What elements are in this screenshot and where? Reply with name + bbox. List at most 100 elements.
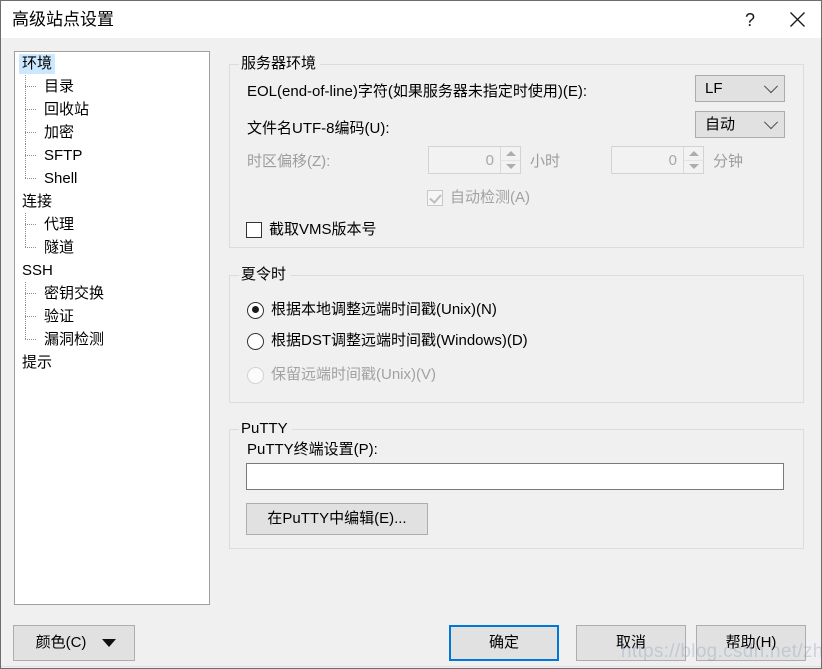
radio-label: 根据DST调整远端时间戳(Windows)(D)	[271, 332, 528, 349]
tree-connector-icon	[19, 328, 41, 351]
tree-item-label: 隧道	[44, 238, 75, 256]
tree-item-shell[interactable]: Shell	[15, 167, 209, 190]
tree-item-note[interactable]: 提示	[15, 351, 209, 374]
tree-item-label: 代理	[44, 215, 75, 233]
tree-item-tunnel[interactable]: 隧道	[15, 236, 209, 259]
tree-item-label: 验证	[44, 307, 75, 325]
tree-item-label: 回收站	[44, 100, 90, 118]
title-bar: 高级站点设置 ?	[1, 1, 821, 38]
window-title: 高级站点设置	[12, 10, 114, 29]
radio-label: 根据本地调整远端时间戳(Unix)(N)	[271, 301, 497, 318]
utf8-value: 自动	[705, 115, 736, 133]
footer-divider	[1, 666, 821, 667]
tree-item-label: Shell	[44, 169, 78, 187]
tree-item-environment[interactable]: 环境	[15, 52, 209, 75]
tree-item-label: 加密	[44, 123, 75, 141]
tree-item-bug-detection[interactable]: 漏洞检测	[15, 328, 209, 351]
color-dropdown-button[interactable]: 颜色(C)	[13, 625, 135, 661]
tree-item-label: SSH	[22, 261, 53, 279]
tree-connector-icon	[19, 167, 41, 190]
utf8-combobox[interactable]: 自动	[695, 111, 785, 138]
autodetect-checkbox[interactable]: 自动检测(A)	[427, 189, 530, 207]
stepper-up-icon[interactable]	[684, 147, 703, 161]
radio-adjust-by-dst-windows[interactable]: 根据DST调整远端时间戳(Windows)(D)	[247, 332, 528, 350]
timezone-offset-label: 时区偏移(Z):	[247, 153, 331, 170]
tree-item-ssh[interactable]: SSH	[15, 259, 209, 282]
eol-value: LF	[705, 79, 723, 97]
timezone-hours-stepper[interactable]: 0	[428, 146, 521, 174]
tree-item-key-exchange[interactable]: 密钥交换	[15, 282, 209, 305]
tree-item-connection[interactable]: 连接	[15, 190, 209, 213]
radio-label: 保留远端时间戳(Unix)(V)	[271, 366, 436, 383]
edit-in-putty-label: 在PuTTY中编辑(E)...	[267, 510, 407, 527]
tree-connector-icon	[19, 98, 41, 121]
truncate-vms-version-checkbox[interactable]: 截取VMS版本号	[246, 221, 377, 239]
radio-preserve-remote-unix[interactable]: 保留远端时间戳(Unix)(V)	[247, 366, 436, 384]
caret-down-icon	[102, 639, 116, 647]
ok-button[interactable]: 确定	[449, 625, 559, 661]
radio-icon	[247, 366, 264, 384]
truncate-vms-version-label: 截取VMS版本号	[269, 221, 377, 238]
edit-in-putty-button[interactable]: 在PuTTY中编辑(E)...	[246, 503, 428, 535]
tree-connector-icon	[19, 121, 41, 144]
close-button[interactable]	[773, 1, 821, 38]
tree-item-label: 目录	[44, 77, 75, 95]
tree-item-proxy[interactable]: 代理	[15, 213, 209, 236]
utf8-label: 文件名UTF-8编码(U):	[247, 120, 390, 137]
stepper-down-icon[interactable]	[684, 160, 703, 173]
tree-item-label: 漏洞检测	[44, 330, 105, 348]
tree-item-encryption[interactable]: 加密	[15, 121, 209, 144]
stepper-down-icon[interactable]	[501, 160, 520, 173]
close-icon	[789, 11, 806, 28]
putty-caption: PuTTY	[239, 420, 292, 438]
help-button[interactable]: 帮助(H)	[696, 625, 806, 661]
settings-category-tree[interactable]: 环境 目录 回收站 加密 SFTP Shell 连接 代理 隧道 SSH 密钥交…	[14, 51, 210, 605]
radio-adjust-by-local-unix[interactable]: 根据本地调整远端时间戳(Unix)(N)	[247, 301, 497, 319]
advanced-site-settings-dialog: 高级站点设置 ? 环境 目录 回收站 加密 SFTP Shell 连接 代理 隧…	[0, 0, 822, 669]
tree-item-label: 连接	[22, 192, 53, 210]
ok-button-label: 确定	[488, 634, 519, 651]
tree-item-label: 提示	[22, 353, 53, 371]
tree-connector-icon	[19, 305, 41, 328]
cancel-button[interactable]: 取消	[576, 625, 686, 661]
chevron-down-icon	[758, 114, 784, 130]
timezone-hours-value: 0	[485, 151, 494, 169]
timezone-minutes-stepper[interactable]: 0	[611, 146, 704, 174]
autodetect-label: 自动检测(A)	[450, 189, 530, 206]
putty-terminal-settings-input[interactable]	[246, 463, 784, 490]
server-environment-caption: 服务器环境	[239, 55, 321, 73]
tree-item-label: SFTP	[44, 146, 83, 164]
caption-buttons: ?	[727, 1, 821, 38]
color-button-label: 颜色(C)	[35, 634, 87, 651]
help-button-label: 帮助(H)	[725, 634, 777, 651]
tree-item-sftp[interactable]: SFTP	[15, 144, 209, 167]
question-mark-icon: ?	[744, 9, 755, 30]
timezone-minutes-value: 0	[668, 151, 677, 169]
stepper-buttons[interactable]	[683, 147, 703, 173]
checkbox-icon	[427, 190, 443, 206]
eol-combobox[interactable]: LF	[695, 75, 785, 102]
putty-terminal-settings-label: PuTTY终端设置(P):	[247, 441, 378, 458]
tree-connector-icon	[19, 236, 41, 259]
checkbox-icon	[246, 222, 262, 238]
radio-icon	[247, 332, 264, 350]
help-titlebar-button[interactable]: ?	[727, 1, 773, 38]
tree-item-recycle-bin[interactable]: 回收站	[15, 98, 209, 121]
chevron-down-icon	[758, 78, 784, 94]
minutes-unit-label: 分钟	[713, 153, 744, 170]
tree-connector-icon	[19, 75, 41, 98]
tree-item-label: 密钥交换	[44, 284, 105, 302]
tree-item-authentication[interactable]: 验证	[15, 305, 209, 328]
eol-label: EOL(end-of-line)字符(如果服务器未指定时使用)(E):	[247, 83, 588, 100]
tree-item-directories[interactable]: 目录	[15, 75, 209, 98]
tree-connector-icon	[19, 144, 41, 167]
tree-item-label: 环境	[19, 53, 56, 74]
tree-connector-icon	[19, 282, 41, 305]
hours-unit-label: 小时	[530, 153, 561, 170]
tree-connector-icon	[19, 213, 41, 236]
cancel-button-label: 取消	[615, 634, 646, 651]
stepper-up-icon[interactable]	[501, 147, 520, 161]
radio-icon	[247, 301, 264, 319]
stepper-buttons[interactable]	[500, 147, 520, 173]
daylight-saving-caption: 夏令时	[239, 266, 291, 284]
